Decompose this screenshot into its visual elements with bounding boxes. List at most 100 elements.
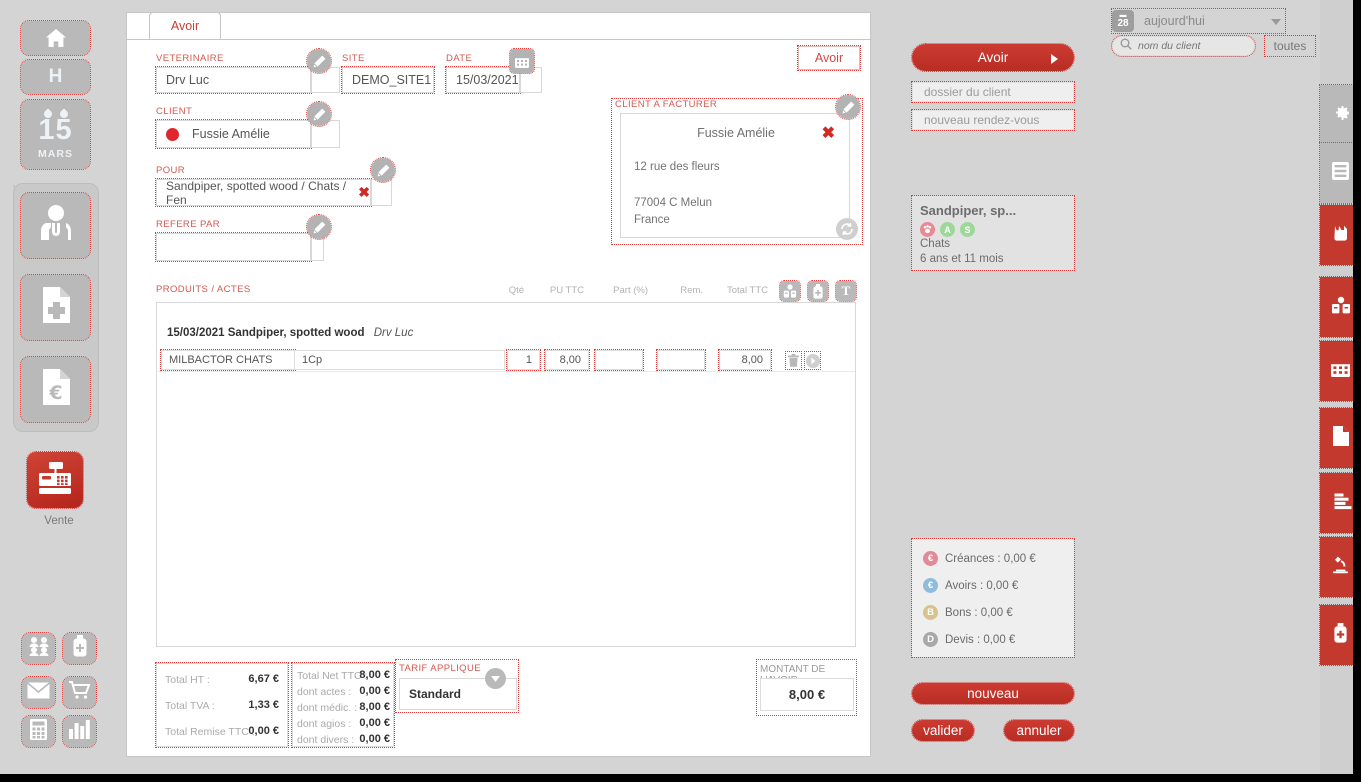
chevron-down-icon[interactable]	[1271, 12, 1281, 30]
nouveau-rendez-vous-link[interactable]: nouveau rendez-vous	[911, 109, 1075, 131]
total-tva-label: Total TVA :	[165, 700, 215, 712]
veterinaire-edit-icon[interactable]	[306, 48, 332, 74]
row-pu-ttc[interactable]: 8,00	[544, 349, 590, 371]
left-sidebar: H 15 MARS € Vente	[0, 0, 118, 782]
column-total-ttc: Total TTC	[726, 285, 768, 296]
shopping-cart-icon	[68, 680, 91, 705]
pour-value: Sandpiper, spotted wood / Chats / Fen	[166, 178, 347, 207]
sidebar-item-vente[interactable]	[26, 451, 84, 509]
billing-remove-icon[interactable]: ✖	[822, 123, 835, 143]
pour-label: POUR	[156, 165, 186, 176]
creances-label: Créances : 0,00 €	[945, 552, 1036, 565]
column-part: Part (%)	[613, 285, 648, 296]
sidebar-item-stats[interactable]	[62, 715, 97, 748]
sidebar-item-h[interactable]: H	[20, 59, 91, 95]
sidebar-item-medical-file[interactable]	[20, 274, 91, 341]
veterinaire-input[interactable]: Drv Luc	[155, 66, 312, 94]
gear-icon	[1331, 103, 1351, 128]
file-plus-icon	[40, 286, 72, 329]
calendar-chip-icon: ▬ 28	[1112, 10, 1134, 32]
avoir-type-button[interactable]: Avoir	[797, 45, 861, 71]
pour-extra[interactable]	[371, 179, 392, 206]
total-remise-value: 0,00 €	[248, 725, 279, 737]
people-icon	[28, 636, 50, 661]
patient-species: Chats	[920, 238, 951, 250]
site-label: SITE	[342, 53, 365, 64]
avoir-primary-button[interactable]: Avoir	[911, 43, 1075, 72]
refere-par-edit-icon[interactable]	[306, 214, 332, 240]
paw-icon	[920, 222, 935, 237]
pour-edit-icon[interactable]	[370, 157, 396, 183]
sidebar-item-home[interactable]	[20, 20, 91, 56]
page-icon	[1332, 425, 1349, 451]
letter-s-icon: S	[960, 222, 975, 237]
text-t-icon[interactable]: T	[835, 280, 857, 302]
row-rem[interactable]	[656, 349, 706, 371]
sidebar-item-cart[interactable]	[62, 676, 97, 709]
sidebar-item-stock[interactable]	[62, 632, 97, 665]
row-qte[interactable]: 1	[506, 349, 541, 371]
annuler-button[interactable]: annuler	[1003, 719, 1075, 742]
table-row[interactable]: MILBACTOR CHATS 1Cp 1 8,00 8,00	[157, 349, 855, 372]
chart-icon	[1330, 493, 1352, 513]
avoir-primary-label: Avoir	[977, 50, 1009, 65]
date-selector[interactable]: ▬ 28 aujourd'hui	[1111, 8, 1286, 34]
pharmacy-icon[interactable]	[779, 280, 801, 302]
total-ht-value: 6,67 €	[248, 673, 279, 685]
dont-divers-value: 0,00 €	[359, 733, 390, 745]
finance-row-bons[interactable]: B Bons : 0,00 €	[923, 605, 1013, 620]
column-qte: Qté	[508, 285, 524, 296]
sidebar-item-calendar[interactable]: 15 MARS	[20, 99, 91, 170]
bottle-icon[interactable]	[807, 280, 829, 302]
client-label: CLIENT	[156, 106, 193, 117]
toutes-filter-button[interactable]: toutes	[1264, 35, 1316, 57]
sidebar-item-clients[interactable]	[21, 632, 56, 665]
sidebar-item-mail[interactable]	[21, 676, 56, 709]
sidebar-item-invoice[interactable]: €	[20, 356, 91, 423]
finance-row-avoirs[interactable]: € Avoirs : 0,00 €	[923, 578, 1018, 593]
client-input[interactable]: Fussie Amélie	[155, 119, 312, 149]
tab-strip-divider	[127, 39, 872, 40]
refere-par-input[interactable]	[155, 232, 312, 262]
billing-address-line2: 77004 C Melun	[634, 197, 712, 209]
billing-sync-icon[interactable]	[836, 218, 858, 240]
client-a-facturer-edit-icon[interactable]	[835, 94, 861, 120]
pour-input[interactable]: Sandpiper, spotted wood / Chats / Fen ✖	[155, 178, 372, 207]
avoirs-label: Avoirs : 0,00 €	[945, 579, 1019, 592]
chevron-down-icon[interactable]	[485, 668, 506, 689]
expand-icon[interactable]	[804, 351, 821, 370]
row-total-ttc[interactable]: 8,00	[718, 349, 772, 371]
row-unit[interactable]: 1Cp	[295, 350, 505, 370]
date-calendar-icon[interactable]	[509, 48, 535, 74]
valider-button[interactable]: valider	[911, 719, 975, 742]
dont-medic-value: 8,00 €	[359, 701, 390, 713]
dossier-du-client-link[interactable]: dossier du client	[911, 81, 1075, 103]
letter-a-icon: A	[940, 222, 955, 237]
site-input[interactable]: DEMO_SITE1	[341, 66, 435, 94]
patient-card[interactable]: Sandpiper, sp... A S Chats 6 ans et 11 m…	[911, 195, 1075, 271]
row-part[interactable]	[594, 349, 644, 371]
trash-icon[interactable]	[785, 351, 802, 370]
pour-remove-icon[interactable]: ✖	[358, 184, 370, 201]
billing-address-line1: 12 rue des fleurs	[634, 161, 720, 173]
calendar-month: MARS	[38, 148, 73, 160]
finance-row-creances[interactable]: € Créances : 0,00 €	[923, 551, 1036, 566]
finance-row-devis[interactable]: D Devis : 0,00 €	[923, 632, 1015, 647]
list-icon	[1332, 161, 1349, 185]
client-search-field[interactable]	[1111, 35, 1256, 57]
application-window: H 15 MARS € Vente Avoir Avoir VETERINAIR…	[0, 0, 1361, 782]
tab-avoir[interactable]: Avoir	[149, 12, 221, 39]
search-input[interactable]	[1138, 40, 1238, 52]
person-card-icon	[1331, 296, 1351, 319]
date-input[interactable]: 15/03/2021	[445, 66, 521, 94]
medicine-bottle-icon	[1334, 622, 1347, 648]
calendar-grid-icon	[1331, 360, 1350, 382]
bottle-plus-icon	[73, 635, 87, 662]
row-designation[interactable]: MILBACTOR CHATS	[160, 349, 296, 371]
devis-badge-icon: D	[923, 632, 938, 647]
client-edit-icon[interactable]	[306, 101, 332, 127]
refere-par-label: REFERE PAR	[156, 219, 221, 230]
sidebar-item-veterinarian[interactable]	[20, 192, 91, 259]
nouveau-button[interactable]: nouveau	[911, 682, 1075, 705]
sidebar-item-calculator[interactable]	[21, 715, 56, 748]
